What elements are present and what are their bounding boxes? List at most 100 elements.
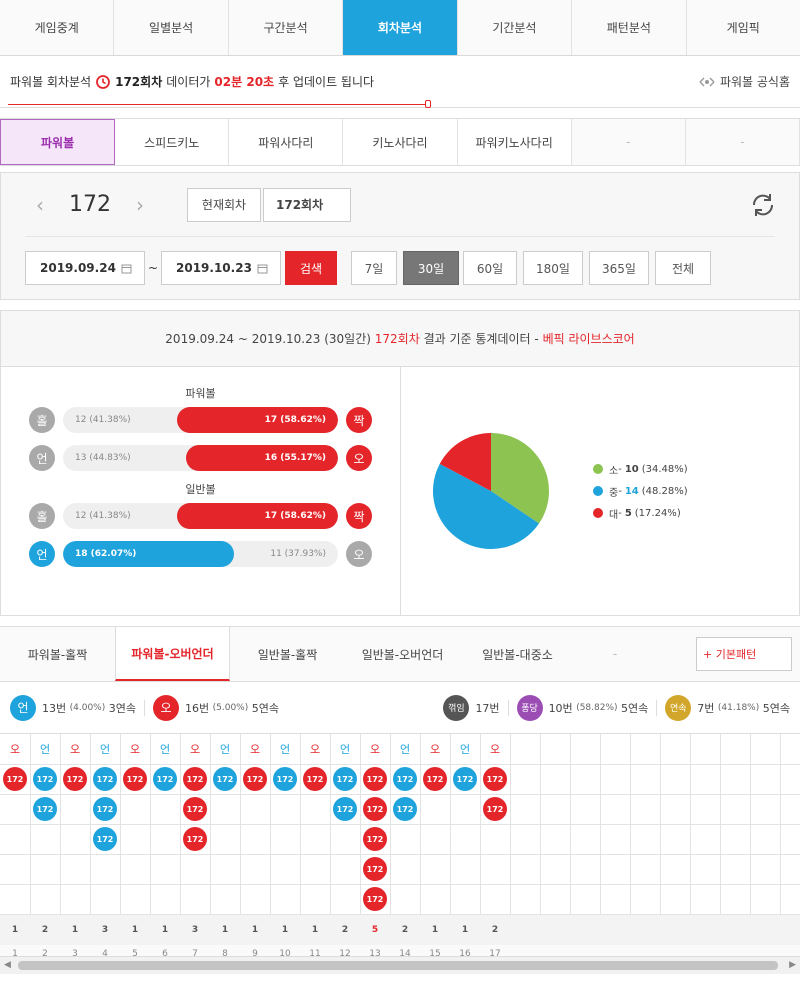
official-site-link[interactable]: 파워볼 공식홈	[698, 73, 790, 90]
result-ball: 172	[153, 767, 177, 791]
refresh-icon[interactable]	[749, 191, 777, 219]
stats-round: 172회차	[374, 332, 420, 346]
ratio-row: 언 13 (44.83%) 16 (55.17%) 오	[29, 445, 372, 471]
stats-brand-link[interactable]: 베픽 라이브스코어	[543, 330, 635, 347]
current-round-button[interactable]: 현재회차	[187, 187, 261, 222]
column-index: 3	[72, 949, 78, 959]
pong-icon: 퐁당	[516, 694, 543, 721]
legend-count: 10	[624, 463, 639, 475]
column-head: 언	[459, 743, 471, 756]
result-ball: 172	[123, 767, 147, 791]
streak-count: 7번	[697, 701, 715, 715]
column-index: 15	[429, 949, 441, 959]
calendar-icon	[257, 264, 268, 273]
result-ball: 172	[333, 767, 357, 791]
left-result-icon: 홀	[29, 407, 55, 433]
tab-game-pick[interactable]: 게임픽	[687, 0, 800, 55]
prev-round-arrow-icon[interactable]: ‹	[25, 193, 55, 217]
tab-pattern[interactable]: 패턴분석	[572, 0, 687, 55]
round-input[interactable]: 172회차	[263, 187, 351, 222]
basic-pattern-button[interactable]: + 기본패턴	[696, 637, 792, 671]
game-tab-empty: -	[685, 119, 800, 165]
next-round-arrow-icon[interactable]: ›	[125, 193, 155, 217]
pattern-tab-pb-oddeven[interactable]: 파워볼-홀짝	[0, 627, 115, 681]
column-index: 6	[162, 949, 168, 959]
pattern-tab-nb-oddeven[interactable]: 일반볼-홀짝	[230, 627, 345, 681]
under-pct: (4.00%)	[69, 702, 106, 713]
game-tab-power-keno-ladder[interactable]: 파워키노사다리	[457, 119, 572, 165]
ratio-track: 13 (44.83%) 16 (55.17%)	[63, 445, 338, 471]
right-result-icon: 오	[346, 445, 372, 471]
tab-daily[interactable]: 일별분석	[114, 0, 229, 55]
result-ball: 172	[243, 767, 267, 791]
game-tab-speedkeno[interactable]: 스피드키노	[115, 119, 230, 165]
ratio-fill: 17 (58.62%)	[176, 503, 338, 529]
column-head: 언	[399, 743, 411, 756]
period-60d-button[interactable]: 60일	[463, 251, 517, 285]
result-ball: 172	[483, 767, 507, 791]
tab-period[interactable]: 기간분석	[458, 0, 573, 55]
period-365d-button[interactable]: 365일	[589, 251, 649, 285]
right-result-icon: 오	[346, 541, 372, 567]
result-ball: 172	[33, 767, 57, 791]
ratio-other-label: 12 (41.38%)	[75, 415, 131, 425]
legend-pct: (34.48%)	[641, 463, 688, 475]
result-ball: 172	[3, 767, 27, 791]
result-ball: 172	[453, 767, 477, 791]
result-ball: 172	[93, 797, 117, 821]
period-180d-button[interactable]: 180일	[523, 251, 583, 285]
tab-live[interactable]: 게임중계	[0, 0, 115, 55]
result-ball: 172	[363, 797, 387, 821]
result-ball: 172	[363, 857, 387, 881]
pattern-tab-pb-overunder[interactable]: 파워볼-오버언더	[115, 627, 230, 681]
result-ball: 172	[63, 767, 87, 791]
normalball-subtitle: 일반볼	[185, 483, 216, 496]
powerball-logo-icon	[699, 77, 715, 86]
column-index: 14	[399, 949, 411, 959]
date-from-field[interactable]: 2019.09.24	[25, 251, 145, 285]
result-ball: 172	[93, 767, 117, 791]
info-prefix: 파워볼 회차분석	[10, 75, 92, 89]
pong-pct: (58.82%)	[576, 702, 618, 713]
tab-round-analysis[interactable]: 회차분석	[343, 0, 458, 55]
pattern-tab-nb-overunder[interactable]: 일반볼-오버언더	[345, 627, 460, 681]
right-result-icon: 짝	[346, 503, 372, 529]
tab-section[interactable]: 구간분석	[229, 0, 344, 55]
pattern-tab-empty: -	[612, 647, 618, 661]
column-index: 9	[252, 949, 258, 959]
period-7d-button[interactable]: 7일	[351, 251, 397, 285]
break-count: 17번	[475, 701, 500, 715]
flow-summary: 꺾임 17번 퐁당 10번 (58.82%) 5연속 연속 7번 (41.18%…	[443, 694, 790, 721]
ratio-other-label: 11 (37.93%)	[270, 549, 326, 559]
result-ball: 172	[483, 797, 507, 821]
period-all-button[interactable]: 전체	[655, 251, 711, 285]
grid-line	[0, 764, 800, 765]
game-tab-powerball[interactable]: 파워볼	[0, 119, 116, 165]
result-ball: 172	[423, 767, 447, 791]
scroll-right-arrow-icon[interactable]: ▶	[789, 960, 796, 970]
clock-history-icon	[96, 74, 111, 89]
streak-streak: 5연속	[762, 701, 790, 715]
result-ball: 172	[363, 827, 387, 851]
game-tab-keno-ladder[interactable]: 키노사다리	[343, 119, 458, 165]
info-round: 172회차	[115, 75, 163, 89]
pattern-grid: ◀ ▶ 오 172 1 1 언 172 172 2 2 오 172 1 3 언 172 172 172 3 4 오 17…	[0, 734, 800, 974]
pie-legend: 소 - 10 (34.48%) 중 - 14 (48.28%) 대 - 5 (17.24%…	[593, 455, 688, 528]
column-head: 언	[339, 743, 351, 756]
search-button[interactable]: 검색	[285, 251, 337, 285]
pattern-tab-nb-size[interactable]: 일반볼-대중소	[460, 627, 575, 681]
calendar-icon	[121, 264, 132, 273]
period-30d-button[interactable]: 30일	[403, 251, 459, 285]
game-tab-power-ladder[interactable]: 파워사다리	[229, 119, 344, 165]
column-head: 오	[189, 743, 201, 756]
divider	[656, 699, 658, 716]
info-mid: 데이터가	[166, 75, 211, 89]
legend-sep: -	[618, 463, 622, 475]
result-ball: 172	[393, 797, 417, 821]
column-head: 언	[219, 743, 231, 756]
date-to-field[interactable]: 2019.10.23	[161, 251, 281, 285]
stats-range: 2019.09.24 ~ 2019.10.23 (30일간)	[165, 332, 371, 346]
result-ball: 172	[393, 767, 417, 791]
column-head: 오	[309, 743, 321, 756]
grid-line	[0, 854, 800, 855]
